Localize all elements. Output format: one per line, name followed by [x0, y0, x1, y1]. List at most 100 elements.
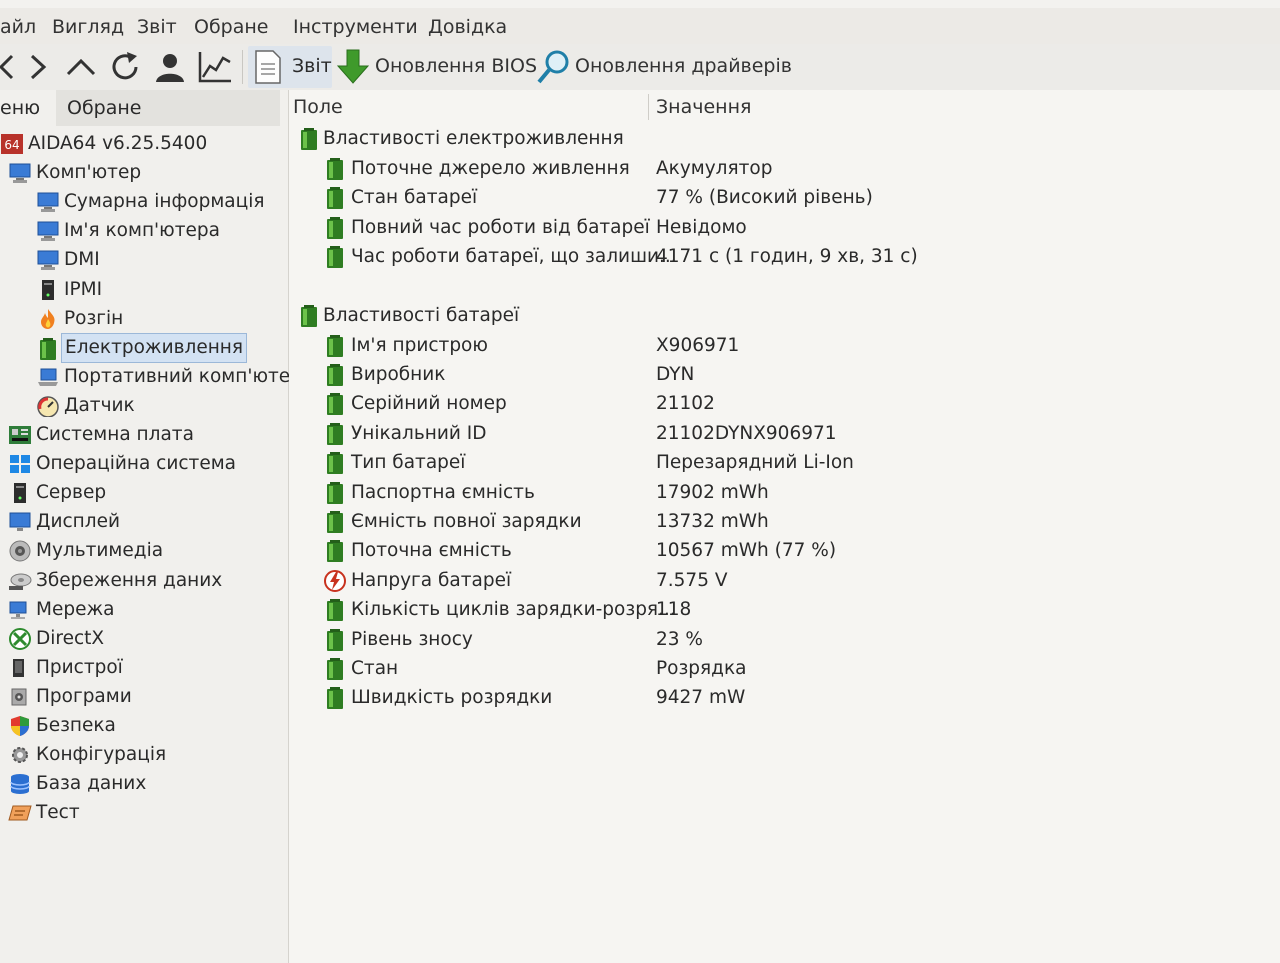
tree-item-label: Сервер: [36, 482, 107, 504]
tree-item-label: Операційна система: [36, 453, 237, 475]
tree-item-label: AIDA64 v6.25.5400: [28, 133, 208, 154]
storage-disk-icon: [8, 570, 32, 592]
property-value: DYN: [656, 363, 695, 385]
property-value: Акумулятор: [656, 157, 773, 179]
chart-line-icon[interactable]: [196, 48, 234, 86]
tree-item-label: Мережа: [36, 598, 115, 620]
tree-item-label: Ім'я комп'ютера: [64, 220, 220, 242]
shield-icon: [8, 715, 32, 737]
user-icon[interactable]: [151, 48, 189, 86]
details-panel: Поле Значення Властивості електроживленн…: [289, 90, 1280, 963]
driver-update-label: Оновлення драйверів: [575, 55, 792, 77]
tree-item-label: Портативний комп'юте: [64, 365, 291, 387]
magnifier-icon: [537, 50, 569, 84]
chevron-up-icon[interactable]: [62, 48, 100, 86]
computer-icon: [36, 220, 60, 242]
tree-item-label: Електроживлення: [61, 332, 248, 363]
navigation-panel: еню Обране 64 AIDA64 v6.25.5400 Комп'ютер С…: [0, 90, 291, 963]
flame-icon: [36, 308, 60, 330]
battery-icon: [323, 392, 347, 416]
property-field: Тип батареї: [351, 452, 466, 474]
tree-item-label: Пристрої: [36, 656, 123, 678]
battery-icon: [323, 157, 347, 181]
tree-item-label: Тест: [36, 802, 80, 824]
battery-icon: [323, 422, 347, 446]
bios-update-label: Оновлення BIOS: [375, 55, 538, 77]
menu-help[interactable]: Довідка: [428, 16, 507, 38]
battery-icon: [323, 657, 347, 681]
property-field: Поточне джерело живлення: [351, 157, 630, 179]
property-value: 17902 mWh: [656, 481, 769, 503]
report-button-label: Звіт: [292, 55, 332, 77]
property-value: X906971: [656, 334, 740, 356]
property-value: 77 % (Високий рівень): [656, 187, 873, 209]
column-value-header[interactable]: Значення: [656, 96, 751, 118]
battery-icon: [297, 127, 321, 151]
property-value: 23 %: [656, 628, 703, 650]
refresh-icon[interactable]: [106, 48, 144, 86]
laptop-icon: [36, 366, 60, 388]
chevron-right-icon[interactable]: [20, 48, 58, 86]
property-value: 118: [656, 599, 692, 621]
toolbar: Звіт Оновлення BIOS Оновлення драйверів: [0, 44, 1280, 91]
menu-view[interactable]: Вигляд: [52, 16, 124, 38]
battery-icon: [323, 186, 347, 210]
network-icon: [8, 599, 32, 621]
battery-icon: [323, 216, 347, 240]
report-document-icon: [255, 50, 281, 84]
aida64-app-icon: 64: [0, 133, 24, 155]
battery-icon: [323, 481, 347, 505]
speaker-icon: [8, 540, 32, 562]
menu-tools[interactable]: Інструменти: [293, 16, 418, 38]
configuration-icon: [8, 744, 32, 766]
motherboard-icon: [8, 424, 32, 446]
property-field: Швидкість розрядки: [351, 687, 553, 709]
svg-text:64: 64: [4, 138, 19, 152]
benchmark-icon: [8, 802, 32, 824]
group-title: Властивості батареї: [323, 304, 520, 326]
tree-item-label: IPMI: [64, 278, 103, 300]
tab-menu[interactable]: еню: [0, 90, 52, 126]
property-value: 21102: [656, 393, 715, 415]
menu-file[interactable]: айл: [0, 16, 36, 38]
tree-item-label: Дисплей: [36, 511, 120, 533]
tree-item-label: Датчик: [64, 394, 135, 416]
property-value: 10567 mWh (77 %): [656, 540, 837, 562]
group-title: Властивості електроживлення: [323, 128, 624, 149]
tree-item-label: DMI: [64, 249, 100, 271]
property-field: Повний час роботи від батареї: [351, 216, 650, 238]
property-field: Паспортна ємність: [351, 481, 535, 503]
report-button[interactable]: Звіт: [248, 46, 332, 88]
property-field: Кількість циклів зарядки-розря...: [351, 599, 676, 621]
column-field-header[interactable]: Поле: [293, 96, 343, 118]
property-value: 7.575 V: [656, 569, 728, 591]
battery-icon: [323, 539, 347, 563]
programs-icon: [8, 686, 32, 708]
tree-item-label: Безпека: [36, 715, 116, 736]
property-value: 13732 mWh: [656, 510, 769, 532]
computer-icon: [36, 191, 60, 213]
tree-item-label: Збереження даних: [36, 569, 223, 591]
computer-icon: [8, 162, 32, 184]
property-field: Час роботи батареї, що залиши...: [351, 246, 677, 267]
property-value: Невідомо: [656, 216, 747, 238]
property-value: Розрядка: [656, 657, 747, 679]
property-field: Серійний номер: [351, 393, 507, 415]
battery-icon: [323, 334, 347, 358]
battery-icon: [323, 245, 347, 269]
database-icon: [8, 773, 32, 795]
menu-report[interactable]: Звіт: [137, 16, 177, 38]
property-field: Ім'я пристрою: [351, 334, 488, 356]
voltage-icon: [323, 569, 347, 593]
tree-item-label: DirectX: [36, 627, 105, 649]
tree-item-label: Конфігурація: [36, 744, 167, 766]
download-arrow-icon: [336, 49, 370, 84]
menu-favorites[interactable]: Обране: [194, 16, 269, 38]
windows-logo-icon: [8, 453, 32, 475]
property-field: Ємність повної зарядки: [351, 510, 582, 532]
property-field: Рівень зносу: [351, 628, 473, 650]
property-field: Стан батареї: [351, 187, 478, 209]
tree-item-label: Комп'ютер: [36, 162, 142, 184]
tab-favorites[interactable]: Обране: [56, 90, 280, 126]
tree-item-label: Мультимедіа: [36, 540, 164, 562]
